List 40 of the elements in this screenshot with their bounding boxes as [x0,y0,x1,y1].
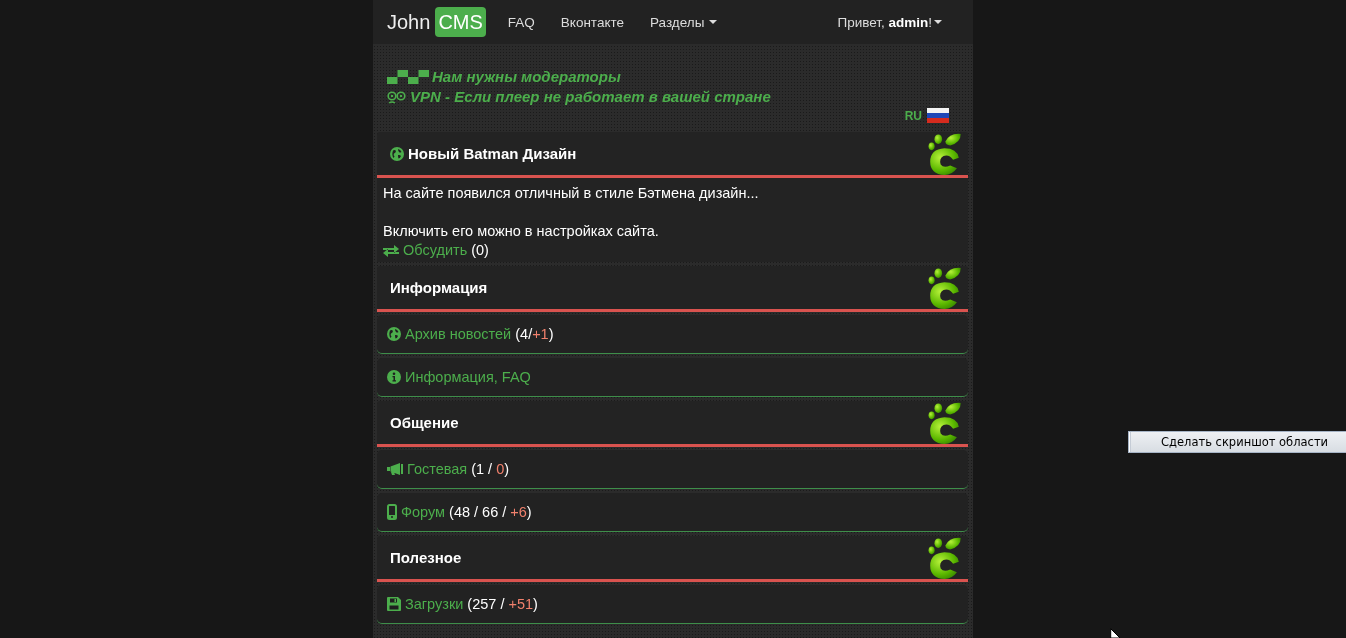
news-text: На сайте появился отличный в стиле Бэтмена дизайн... [383,184,760,203]
section-link[interactable]: Архив новостей [405,326,512,342]
item-count: (4/+1) [515,326,554,342]
menu-item[interactable]: Сделать скриншот области [1129,432,1346,452]
exchange-arrows-icon [383,244,399,257]
section-link[interactable]: Гостевая [407,461,468,477]
foot-icon [927,266,962,309]
news-text: Включить его можно в настройках сайта. [383,222,660,241]
cursor-icon [1110,628,1122,638]
russian-flag-icon [927,108,949,123]
nav-link[interactable]: Вконтакте [547,14,637,30]
item-count: (48 / 66 / +6) [449,504,532,520]
globe-icon [387,327,401,341]
news-title: Новый Batman Дизайн [408,145,577,162]
section-title: Информация [390,279,488,296]
user-menu[interactable]: Привет, admin! [837,14,942,30]
section-link[interactable]: Информация, FAQ [405,369,531,385]
mobile-phone-icon [387,504,397,520]
item-count: (257 / +51) [467,596,538,612]
language-link[interactable]: RU [904,108,922,123]
section-title: Общение [390,414,459,431]
notice-text[interactable]: VPN - Если плеер не работает в вашей стране [410,87,771,107]
notice-text[interactable]: Нам нужны модераторы [432,67,621,87]
foot-icon [927,132,962,175]
info-icon [387,370,401,384]
nav-link[interactable]: FAQ [494,14,548,30]
logo-text[interactable]: John [387,10,431,34]
section-title: Полезное [390,549,462,566]
bullhorn-icon [387,463,403,475]
goggles-icon [387,89,407,105]
section-link[interactable]: Форум [401,504,446,520]
globe-icon [390,146,404,161]
item-count: (0) [471,241,489,260]
foot-icon [927,401,962,444]
section-link[interactable]: Загрузки [405,596,464,612]
discuss-link[interactable]: Обсудить [403,241,468,260]
nav-link[interactable]: Разделы [637,14,731,30]
checker-icon [387,70,429,84]
foot-icon [927,536,962,579]
item-count: (1 / 0) [471,461,510,477]
